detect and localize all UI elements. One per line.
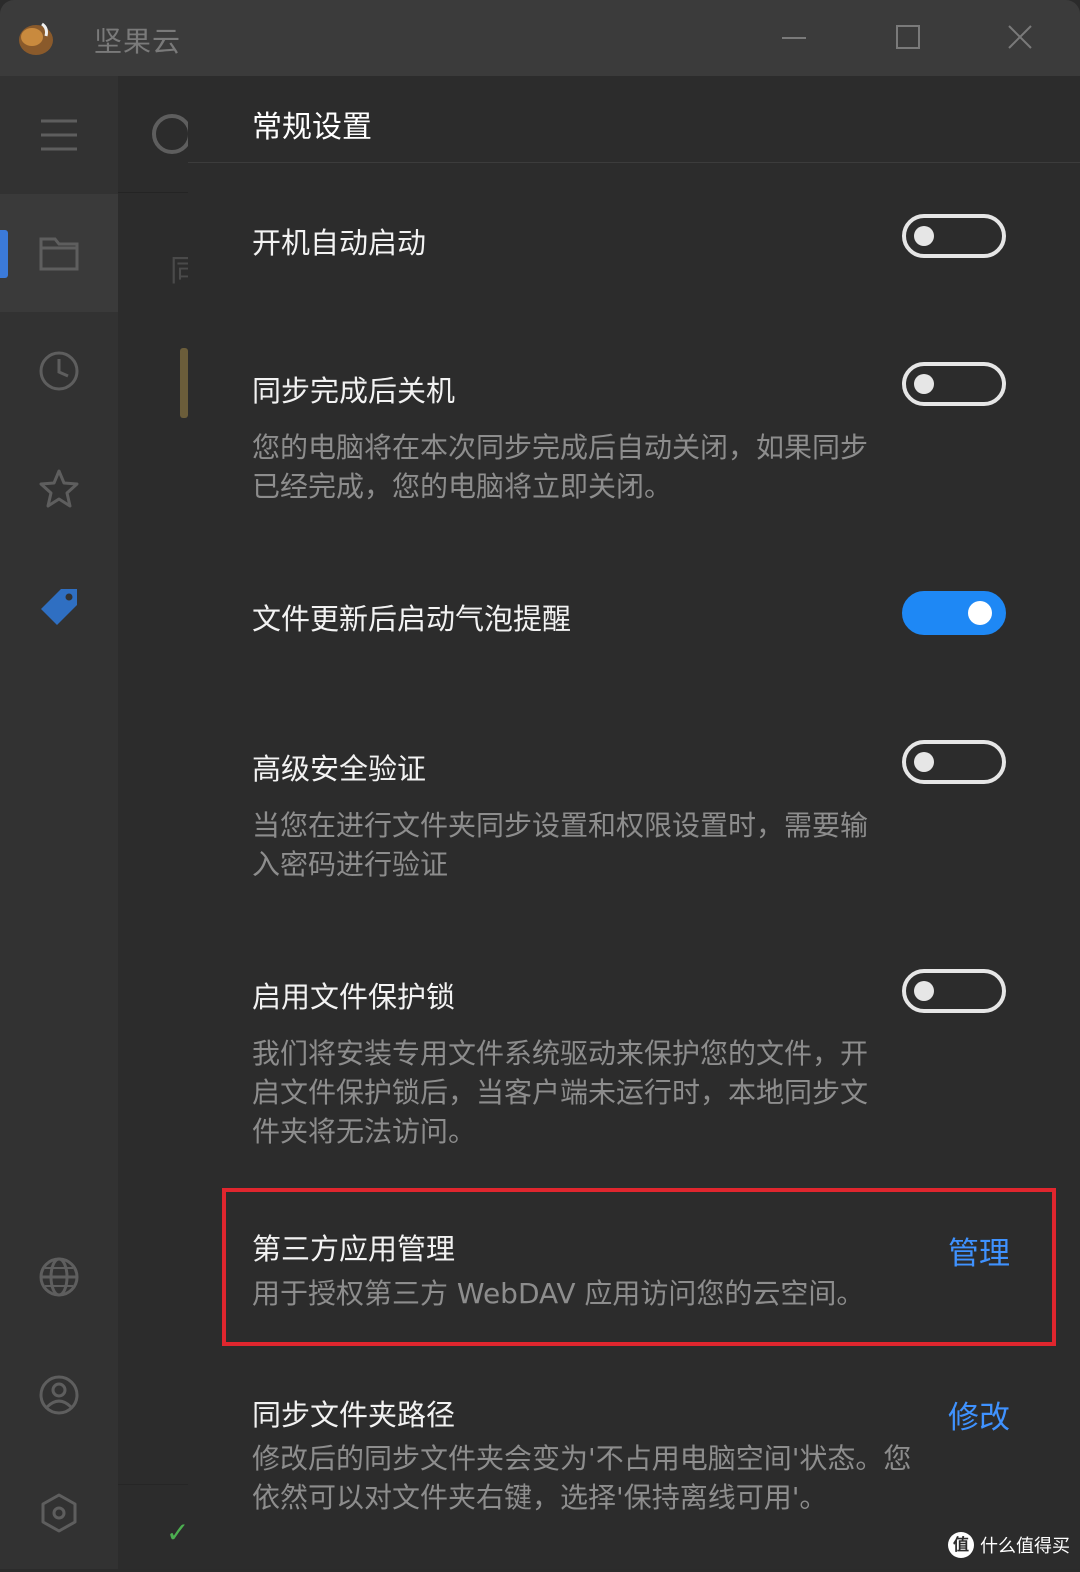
star-icon xyxy=(39,469,79,508)
list-header-fragment: 同 xyxy=(170,254,188,289)
setting-third-party-label: 第三方应用管理 xyxy=(252,1232,456,1266)
toggle-knob xyxy=(914,752,934,772)
general-settings-panel: 常规设置 开机自动启动 同步完成后关机 您的电脑将在本次同步完成后自动关闭，如果… xyxy=(188,76,1080,1569)
setting-auto-start-label: 开机自动启动 xyxy=(252,226,427,260)
setting-file-lock-desc: 我们将安装专用文件系统驱动来保护您的文件，开启文件保护锁后，当客户端未运行时，本… xyxy=(252,1037,869,1148)
shutdown-after-sync-toggle[interactable] xyxy=(902,362,1006,406)
sidebar xyxy=(0,76,118,1569)
watermark-text: 什么值得买 xyxy=(980,1536,1070,1557)
setting-third-party-desc: 用于授权第三方 WebDAV 应用访问您的云空间。 xyxy=(252,1277,865,1310)
sidebar-item-menu[interactable] xyxy=(0,76,118,194)
setting-security-desc: 当您在进行文件夹同步设置和权限设置时，需要输入密码进行验证 xyxy=(252,809,869,881)
nutstore-logo-icon xyxy=(19,22,53,55)
advanced-security-toggle[interactable] xyxy=(902,740,1006,784)
menu-icon xyxy=(41,119,77,151)
minimize-icon[interactable] xyxy=(772,16,816,60)
toggle-knob xyxy=(914,981,934,1001)
watermark: 值 什么值得买 xyxy=(948,1528,1070,1562)
file-list-column: 同 ✓ xyxy=(118,76,188,1569)
divider xyxy=(118,1484,188,1485)
folder-icon xyxy=(39,237,79,271)
setting-security-label: 高级安全验证 xyxy=(252,752,427,786)
auto-start-toggle[interactable] xyxy=(902,214,1006,258)
search-icon[interactable] xyxy=(148,110,188,158)
close-icon[interactable] xyxy=(998,16,1042,60)
globe-icon xyxy=(39,1257,79,1297)
bubble-notify-toggle[interactable] xyxy=(902,591,1006,635)
tag-icon xyxy=(41,589,77,625)
setting-sync-path-desc: 修改后的同步文件夹会变为'不占用电脑空间'状态。您依然可以对文件夹右键，选择'保… xyxy=(252,1442,912,1514)
sidebar-item-network[interactable] xyxy=(0,1218,118,1336)
maximize-icon[interactable] xyxy=(886,16,930,60)
sidebar-item-files[interactable] xyxy=(0,194,118,312)
setting-bubble-label: 文件更新后启动气泡提醒 xyxy=(252,602,572,636)
watermark-logo: 值 xyxy=(948,1532,974,1558)
page-title: 常规设置 xyxy=(252,110,372,145)
user-icon xyxy=(39,1375,79,1415)
toggle-knob xyxy=(914,374,934,394)
toggle-knob xyxy=(914,226,934,246)
clock-icon xyxy=(39,351,79,391)
check-icon: ✓ xyxy=(166,1516,188,1549)
settings-hex-icon xyxy=(41,1493,77,1533)
setting-shutdown-desc: 您的电脑将在本次同步完成后自动关闭，如果同步已经完成，您的电脑将立即关闭。 xyxy=(252,431,869,503)
panel-header: 常规设置 xyxy=(188,76,1080,163)
sidebar-item-tags[interactable] xyxy=(0,548,118,666)
app-title: 坚果云 xyxy=(94,25,182,58)
sidebar-item-settings[interactable] xyxy=(0,1454,118,1572)
manage-link[interactable]: 管理 xyxy=(948,1228,1010,1273)
sidebar-item-account[interactable] xyxy=(0,1336,118,1454)
file-lock-toggle[interactable] xyxy=(902,969,1006,1013)
setting-file-lock-label: 启用文件保护锁 xyxy=(252,980,456,1014)
sidebar-item-starred[interactable] xyxy=(0,430,118,548)
setting-shutdown-label: 同步完成后关机 xyxy=(252,374,456,408)
folder-marker xyxy=(180,348,188,418)
modify-link[interactable]: 修改 xyxy=(948,1392,1010,1437)
title-bar: 坚果云 xyxy=(0,0,1080,76)
toggle-knob xyxy=(968,601,992,625)
divider xyxy=(118,192,188,193)
setting-sync-path-label: 同步文件夹路径 xyxy=(252,1398,456,1432)
sidebar-item-recent[interactable] xyxy=(0,312,118,430)
